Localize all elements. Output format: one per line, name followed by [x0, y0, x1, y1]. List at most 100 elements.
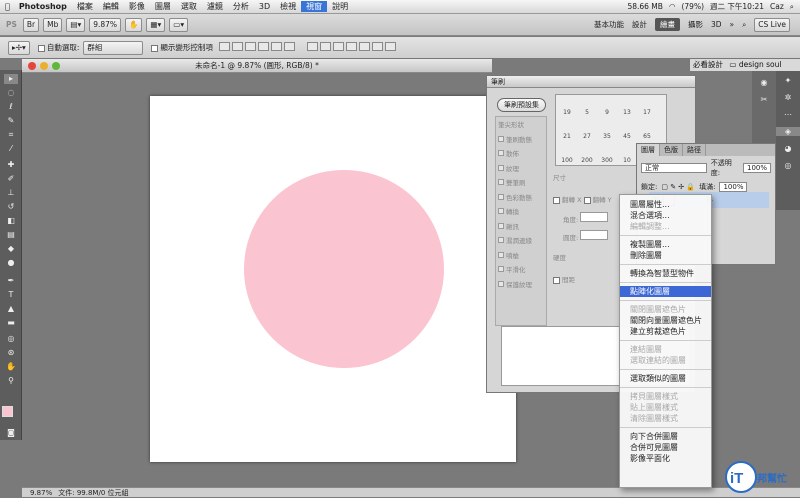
zoom-window-button[interactable]	[52, 62, 60, 70]
status-zoom[interactable]: 9.87%	[30, 489, 52, 497]
zoom-level[interactable]: 9.87%	[89, 17, 122, 32]
clock[interactable]: 週二 下午10:21	[710, 1, 764, 12]
minimize-window-button[interactable]	[40, 62, 48, 70]
pink-circle-shape[interactable]	[244, 170, 444, 368]
bridge-button[interactable]: Br	[22, 17, 40, 32]
brush-setting-item[interactable]: 雜訊	[496, 219, 546, 234]
tool-presets-icon[interactable]: ◉	[752, 78, 776, 87]
brush-setting-item[interactable]: 噴槍	[496, 248, 546, 263]
user-name[interactable]: Caz	[770, 2, 784, 11]
quick-mask-icon[interactable]: ◙	[4, 428, 18, 438]
crop-tool-icon[interactable]: ⌗	[4, 130, 18, 140]
workspace-3d[interactable]: 3D	[711, 20, 722, 29]
brush-setting-item[interactable]: 轉換	[496, 204, 546, 219]
context-menu-item[interactable]: 影像平面化	[620, 453, 711, 464]
brush-setting-item[interactable]: 紋理	[496, 161, 546, 176]
tab-channels[interactable]: 色版	[660, 144, 683, 156]
paths-icon[interactable]: ◎	[776, 161, 800, 170]
show-transform-checkbox[interactable]: 顯示變形控制項	[151, 42, 213, 53]
context-menu-item[interactable]: 選取類似的圖層	[620, 373, 711, 384]
gradient-tool-icon[interactable]: ▤	[4, 230, 18, 240]
brush-setting-item[interactable]: 筆尖形狀	[496, 117, 546, 132]
marquee-tool-icon[interactable]: ◌	[4, 88, 18, 98]
menu-item[interactable]: 3D	[254, 2, 275, 11]
workspace-design[interactable]: 設計	[632, 19, 647, 30]
status-file-info[interactable]: 文件: 99.8M/0 位元組	[58, 488, 128, 498]
context-menu-item[interactable]: 點陣化圖層	[620, 286, 711, 297]
context-menu-item[interactable]: 合併可見圖層	[620, 442, 711, 453]
brush-setting-item[interactable]: 雙筆刷	[496, 175, 546, 190]
search-icon[interactable]: ⌕	[742, 20, 746, 30]
brush-setting-item[interactable]: 濕潤邊緣	[496, 233, 546, 248]
menu-item[interactable]: 說明	[327, 1, 353, 12]
eyedropper-tool-icon[interactable]: ⁄	[4, 144, 18, 154]
bookmark-design-soul[interactable]: design soul	[739, 60, 782, 69]
quick-select-tool-icon[interactable]: ✎	[4, 116, 18, 126]
menu-item[interactable]: 檔案	[72, 1, 98, 12]
minibridge-button[interactable]: Mb	[43, 17, 63, 32]
workspace-essentials[interactable]: 基本功能	[594, 19, 624, 30]
layers-panel-icon[interactable]: ◈	[776, 127, 800, 136]
wifi-icon[interactable]: ◠	[669, 2, 676, 11]
context-menu-item[interactable]: 轉換為智慧型物件	[620, 268, 711, 279]
context-menu-item[interactable]: 圖層屬性...	[620, 199, 711, 210]
context-menu-item[interactable]: 向下合併圖層	[620, 431, 711, 442]
move-tool-icon[interactable]: ▸	[4, 74, 18, 84]
adjustments-icon[interactable]: ✲	[776, 93, 800, 102]
channels-icon[interactable]: ◕	[776, 144, 800, 153]
brush-setting-item[interactable]: 筆刷動態	[496, 132, 546, 147]
zoom-tool-icon[interactable]: ⚲	[4, 376, 18, 386]
battery-readout[interactable]: (79%)	[681, 2, 704, 11]
menu-item[interactable]: 編輯	[98, 1, 124, 12]
brush-setting-item[interactable]: 散佈	[496, 146, 546, 161]
auto-select-checkbox[interactable]: 自動選取:	[37, 42, 79, 53]
clone-stamp-icon[interactable]: ⊥	[4, 188, 18, 198]
align-buttons[interactable]	[217, 42, 295, 53]
bookmark-mustsee[interactable]: 必看設計	[693, 60, 723, 69]
tab-paths[interactable]: 路徑	[683, 144, 706, 156]
opacity-input[interactable]: 100%	[742, 163, 771, 173]
3d-rotate-icon[interactable]: ◎	[4, 334, 18, 344]
app-menu[interactable]: Photoshop	[15, 2, 72, 11]
spotlight-icon[interactable]: ⌕	[790, 2, 794, 12]
context-menu-item[interactable]: 混合選項...	[620, 210, 711, 221]
lock-icons[interactable]: ▢ ✎ ✢ 🔒	[661, 183, 695, 191]
menu-item[interactable]: 檢視	[275, 1, 301, 12]
move-tool-preset-icon[interactable]: ▸✢▾	[8, 40, 30, 55]
pen-tool-icon[interactable]: ✒	[4, 276, 18, 286]
foreground-color-swatch[interactable]	[2, 406, 13, 417]
hand-tool-icon[interactable]: ✋	[125, 17, 143, 32]
workspace-painting[interactable]: 繪畫	[654, 18, 680, 31]
cs-live-button[interactable]: CS Live	[754, 17, 790, 32]
blur-tool-icon[interactable]: ◆	[4, 244, 18, 254]
brush-panel-tab[interactable]: 筆刷	[487, 76, 695, 88]
workspace-photo[interactable]: 攝影	[688, 19, 703, 30]
distribute-buttons[interactable]	[305, 42, 396, 53]
eraser-tool-icon[interactable]: ◧	[4, 216, 18, 226]
context-menu-item[interactable]: 關閉向量圖層遮色片	[620, 315, 711, 326]
brush-setting-item[interactable]: 保護紋理	[496, 277, 546, 292]
close-window-button[interactable]	[28, 62, 36, 70]
context-menu-item[interactable]: 建立剪裁遮色片	[620, 326, 711, 337]
menu-item[interactable]: 濾鏡	[202, 1, 228, 12]
more-workspaces[interactable]: »	[730, 20, 735, 29]
shape-tool-icon[interactable]: ▬	[4, 318, 18, 328]
auto-select-target-dropdown[interactable]: 群組	[83, 40, 144, 55]
tab-layers[interactable]: 圖層	[637, 144, 660, 156]
healing-brush-icon[interactable]: ✚	[4, 160, 18, 170]
brush-tool-icon[interactable]: ✐	[4, 174, 18, 184]
3d-orbit-icon[interactable]: ⊛	[4, 348, 18, 358]
brush-setting-item[interactable]: 平滑化	[496, 262, 546, 277]
brush-presets-button[interactable]: 筆刷預設集	[497, 98, 546, 112]
view-extras-button[interactable]: ▤▾	[66, 17, 86, 32]
brush-setting-item[interactable]: 色彩動態	[496, 190, 546, 205]
menu-item-window[interactable]: 視窗	[301, 1, 328, 12]
menu-item[interactable]: 分析	[228, 1, 254, 12]
blend-mode-dropdown[interactable]: 正常	[641, 163, 707, 173]
menu-item[interactable]: 選取	[176, 1, 202, 12]
menu-item[interactable]: 圖層	[150, 1, 176, 12]
arrange-docs-button[interactable]: ▦▾	[146, 17, 166, 32]
context-menu-item[interactable]: 刪除圖層	[620, 250, 711, 261]
menu-item[interactable]: 影像	[124, 1, 150, 12]
history-brush-icon[interactable]: ↺	[4, 202, 18, 212]
